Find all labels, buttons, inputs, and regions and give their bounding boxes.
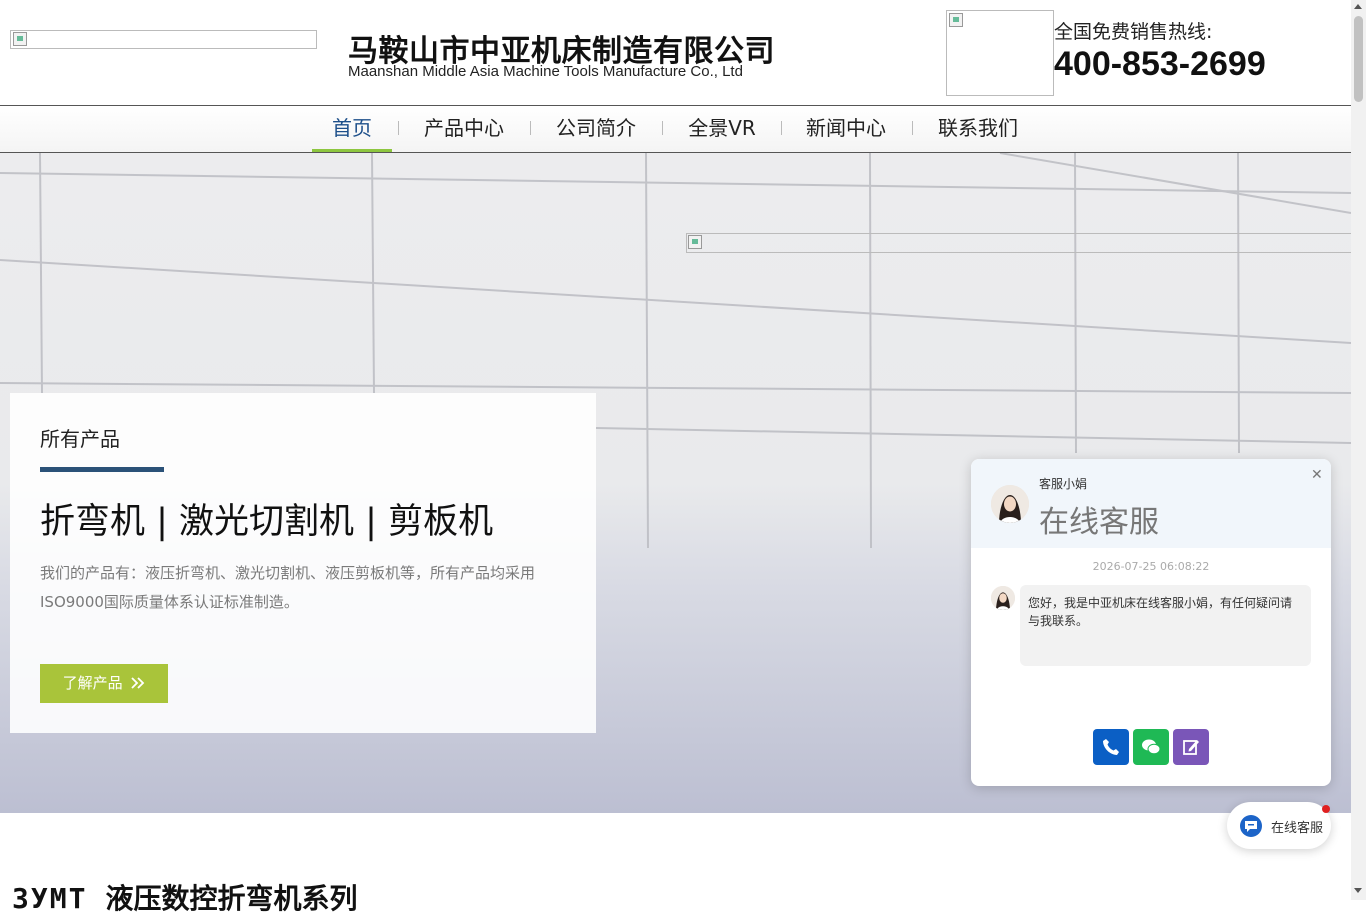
wechat-icon — [1142, 739, 1161, 755]
hotline-image — [946, 10, 1054, 96]
broken-image-icon — [688, 235, 702, 249]
nav-divider — [398, 121, 399, 135]
online-service-float[interactable]: 在线客服 — [1227, 802, 1331, 849]
close-icon[interactable]: ✕ — [1311, 467, 1323, 483]
chat-timestamp: 2026-07-25 06:08:22 — [1092, 560, 1210, 573]
section-title-english: ЗУМТ — [12, 882, 88, 915]
agent-avatar-small — [991, 586, 1015, 610]
nav-item-news[interactable]: 新闻中心 — [796, 106, 896, 152]
hotline-number[interactable]: 400-853-2699 — [1054, 45, 1266, 84]
wechat-button[interactable] — [1133, 729, 1169, 765]
double-chevron-right-icon — [131, 677, 145, 689]
notification-dot — [1322, 805, 1330, 813]
nav-item-about[interactable]: 公司简介 — [546, 106, 646, 152]
hero-title: 折弯机 | 激光切割机 | 剪板机 — [40, 502, 494, 542]
chat-agent-name: 客服小娟 — [1039, 477, 1088, 491]
main-nav: 首页 产品中心 公司简介 全景VR 新闻中心 联系我们 — [0, 106, 1351, 153]
company-name-english: Maanshan Middle Asia Machine Tools Manuf… — [348, 63, 743, 80]
hotline-label: 全国免费销售热线: — [1054, 21, 1213, 43]
scroll-up-arrow[interactable] — [1354, 4, 1362, 9]
nav-divider — [912, 121, 913, 135]
hero-card: 所有产品 折弯机 | 激光切割机 | 剪板机 我们的产品有：液压折弯机、激光切割… — [10, 393, 596, 733]
nav-item-contact[interactable]: 联系我们 — [928, 106, 1028, 152]
nav-item-products[interactable]: 产品中心 — [414, 106, 514, 152]
section-title-chinese: 液压数控折弯机系列 — [105, 882, 358, 915]
chat-header: 客服小娟 在线客服 ✕ — [971, 459, 1331, 548]
nav-divider — [662, 121, 663, 135]
chat-bubble-icon — [1240, 815, 1262, 837]
learn-products-label: 了解产品 — [62, 674, 123, 692]
nav-item-vr[interactable]: 全景VR — [677, 106, 767, 152]
hero-rule — [40, 467, 164, 472]
message-button[interactable] — [1173, 729, 1209, 765]
nav-item-home[interactable]: 首页 — [312, 106, 392, 152]
scroll-down-arrow[interactable] — [1354, 888, 1362, 893]
broken-image-icon — [949, 13, 963, 27]
logo-image[interactable] — [10, 30, 317, 49]
broken-image-icon — [13, 32, 27, 46]
section-title: ЗУМТ 液压数控折弯机系列 — [12, 877, 357, 917]
scroll-thumb[interactable] — [1354, 16, 1363, 102]
page-scrollbar[interactable] — [1351, 0, 1366, 900]
online-service-label: 在线客服 — [1271, 821, 1324, 836]
site-header: 马鞍山市中亚机床制造有限公司 Maanshan Middle Asia Mach… — [0, 0, 1351, 106]
phone-icon — [1103, 739, 1119, 755]
chat-widget: 客服小娟 在线客服 ✕ 2026-07-25 06:08:22 您好，我是中亚机… — [971, 459, 1331, 786]
hero-kicker: 所有产品 — [40, 427, 120, 451]
phone-button[interactable] — [1093, 729, 1129, 765]
nav-divider — [530, 121, 531, 135]
chat-title: 在线客服 — [1039, 505, 1159, 540]
hero-description: 我们的产品有：液压折弯机、激光切割机、液压剪板机等，所有产品均采用ISO9000… — [40, 564, 536, 611]
nav-divider — [781, 121, 782, 135]
learn-products-button[interactable]: 了解产品 — [40, 664, 168, 703]
banner-image — [686, 233, 1351, 253]
chat-message: 您好，我是中亚机床在线客服小娟，有任何疑问请与我联系。 — [1020, 585, 1311, 666]
edit-icon — [1183, 740, 1199, 755]
agent-avatar — [991, 485, 1029, 523]
